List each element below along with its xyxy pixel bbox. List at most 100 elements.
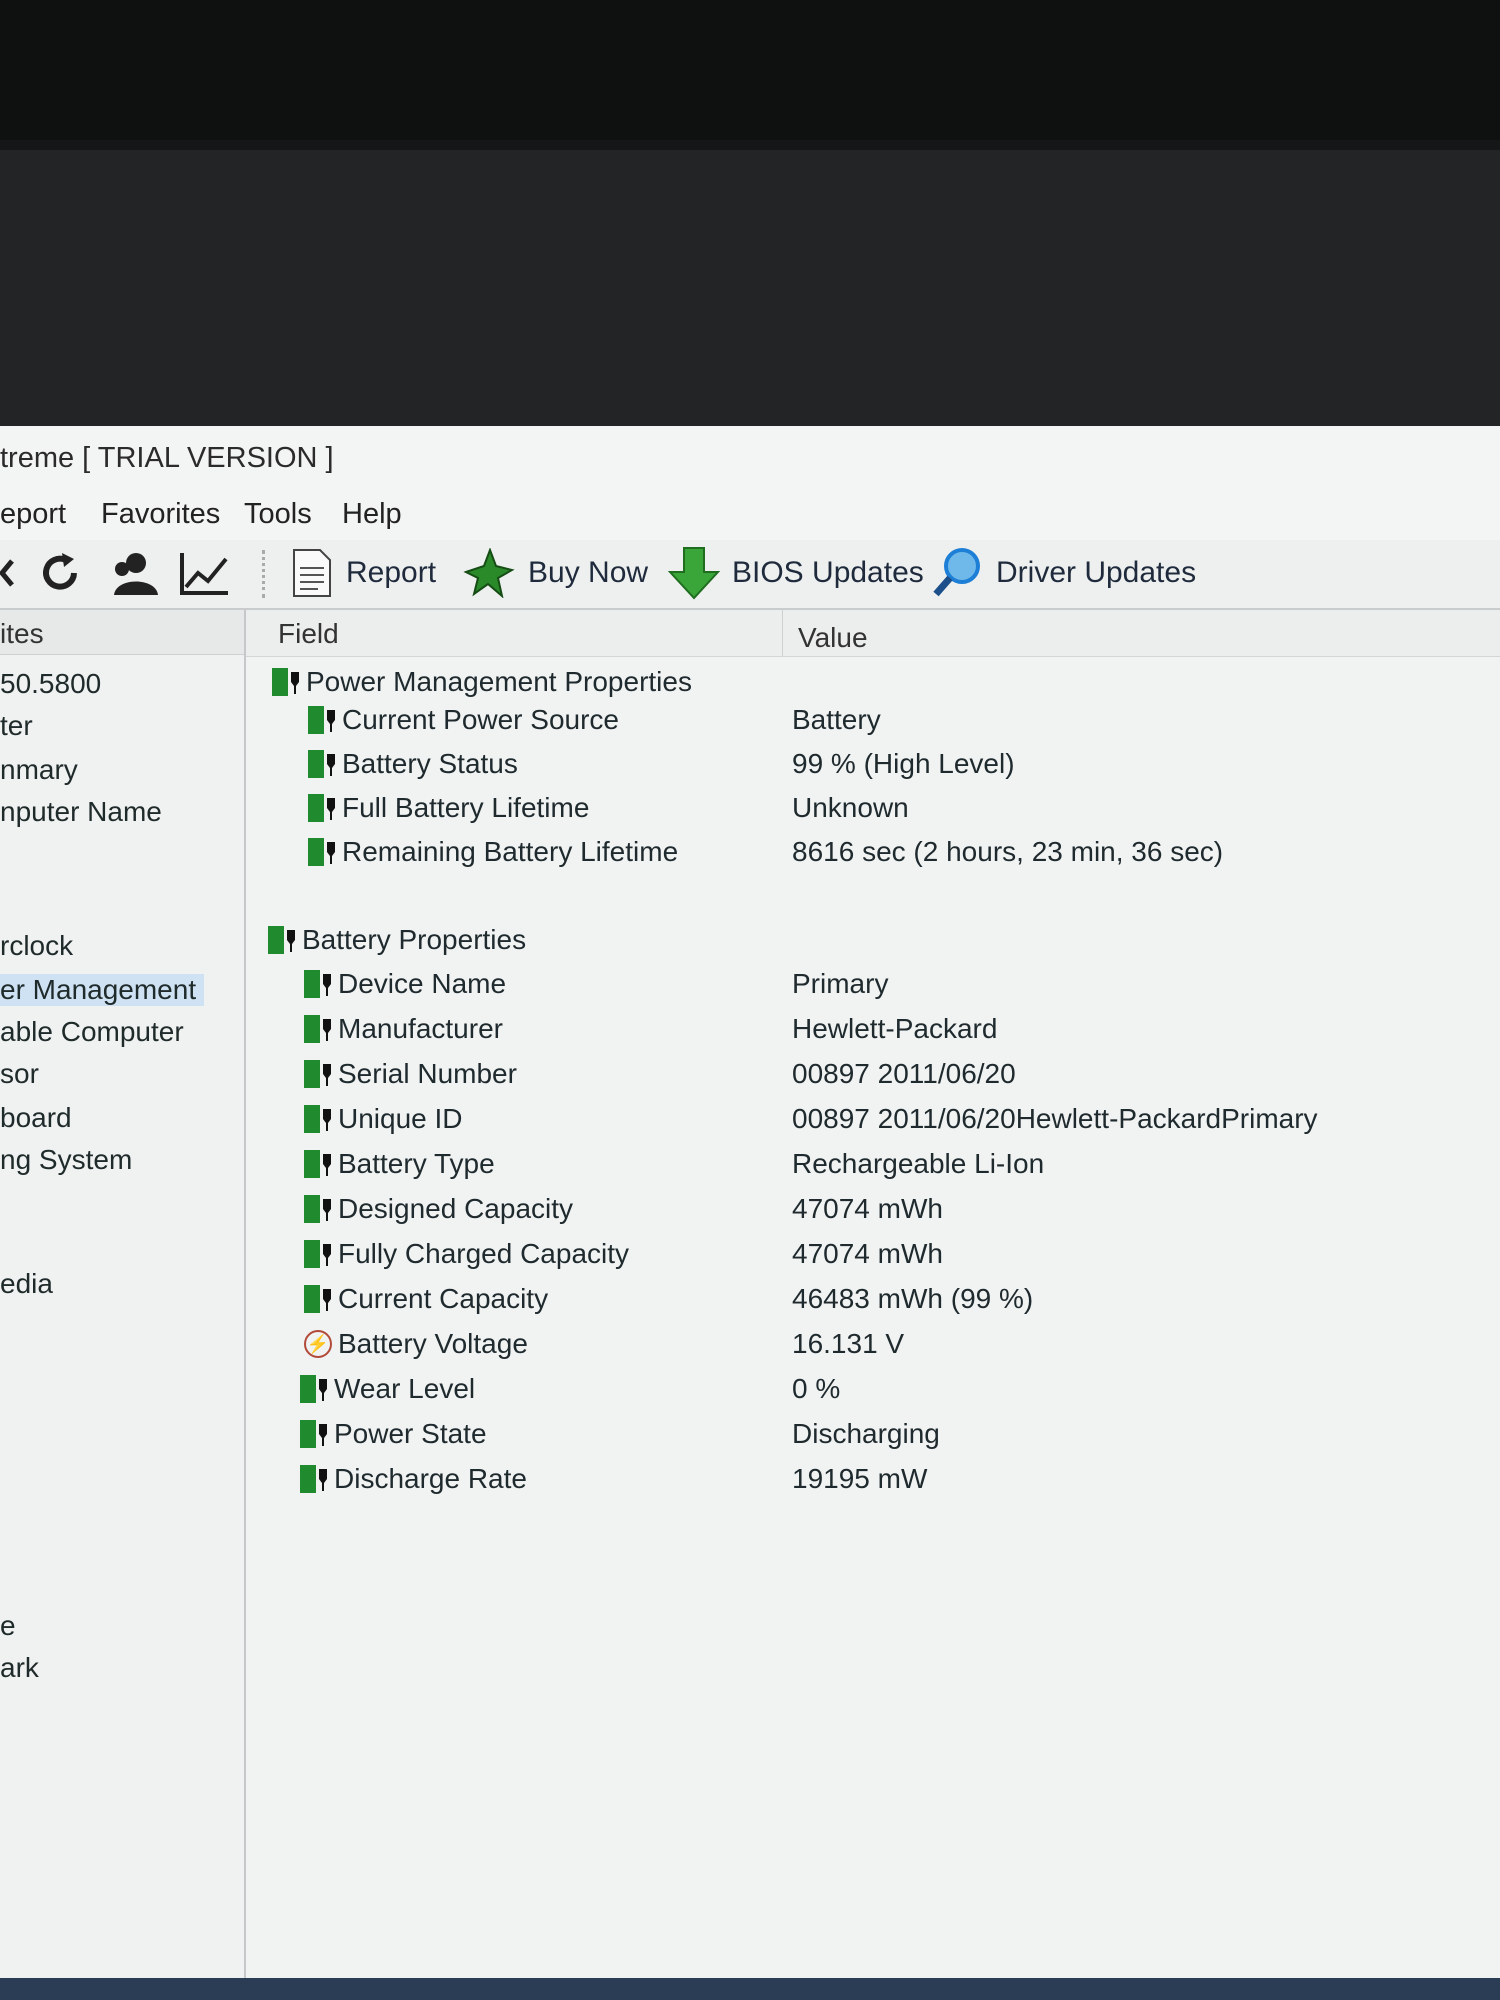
bios-updates-button[interactable]: BIOS Updates xyxy=(668,547,924,600)
table-row[interactable]: Unique ID 00897 2011/06/20Hewlett-Packar… xyxy=(246,1099,1500,1139)
menu-help[interactable]: Help xyxy=(342,498,402,531)
field-label: Designed Capacity xyxy=(338,1193,574,1224)
table-row[interactable]: Remaining Battery Lifetime 8616 sec (2 h… xyxy=(246,832,1500,872)
field-value: Rechargeable Li-Ion xyxy=(792,1148,1045,1179)
table-row[interactable]: Wear Level 0 % xyxy=(246,1369,1500,1409)
section-title: Power Management Properties xyxy=(306,666,692,697)
field-label: Remaining Battery Lifetime xyxy=(342,836,679,867)
buy-now-icon xyxy=(463,548,515,598)
tree-item-operating-system[interactable]: ng System xyxy=(0,1144,132,1176)
table-row[interactable]: Serial Number 00897 2011/06/20 xyxy=(246,1054,1500,1094)
taskbar-edge xyxy=(0,1978,1500,2000)
field-value: Unknown xyxy=(792,792,909,823)
buy-now-label: Buy Now xyxy=(528,556,649,589)
bios-updates-label: BIOS Updates xyxy=(732,556,924,589)
menu-report[interactable]: eport xyxy=(0,498,66,531)
column-separator[interactable] xyxy=(782,610,783,656)
buy-now-button[interactable]: Buy Now xyxy=(462,548,648,598)
battery-plug-icon xyxy=(304,1240,334,1268)
details-panel: Field Value Power Management Properties … xyxy=(246,610,1500,1978)
field-label: Fully Charged Capacity xyxy=(338,1238,630,1269)
table-row[interactable]: Current Capacity 46483 mWh (99 %) xyxy=(246,1279,1500,1319)
battery-plug-icon xyxy=(300,1465,330,1493)
section-battery-properties[interactable]: Battery Properties xyxy=(246,920,1500,960)
chart-button[interactable] xyxy=(178,548,232,598)
tree-item-overclock[interactable]: rclock xyxy=(0,930,73,962)
table-row[interactable]: Current Power Source Battery xyxy=(246,700,1500,740)
menu-tools[interactable]: Tools xyxy=(244,498,312,531)
field-label: Device Name xyxy=(338,968,507,999)
driver-updates-label: Driver Updates xyxy=(996,556,1197,589)
left-panel-header[interactable]: ites xyxy=(0,610,244,655)
bios-download-icon xyxy=(668,547,720,600)
table-row[interactable]: Full Battery Lifetime Unknown xyxy=(246,788,1500,828)
battery-plug-icon xyxy=(308,706,338,734)
field-value: 19195 mW xyxy=(792,1463,928,1494)
driver-updates-button[interactable]: Driver Updates xyxy=(930,548,1196,598)
tree-item-computer-name[interactable]: nputer Name xyxy=(0,796,162,828)
tree-item-version[interactable]: 50.5800 xyxy=(0,668,101,700)
app-window: treme [ TRIAL VERSION ] eport Favorites … xyxy=(0,426,1500,1978)
table-row[interactable]: Discharge Rate 19195 mW xyxy=(246,1459,1500,1499)
left-navigation-panel: ites 50.5800 ter nmary nputer Name rcloc… xyxy=(0,610,246,1978)
section-power-management[interactable]: Power Management Properties xyxy=(246,662,1500,702)
field-value: Primary xyxy=(792,968,889,999)
table-row[interactable]: Fully Charged Capacity 47074 mWh xyxy=(246,1234,1500,1274)
field-value: 00897 2011/06/20Hewlett-PackardPrimary xyxy=(792,1103,1318,1134)
field-value: 99 % (High Level) xyxy=(792,748,1015,779)
field-value: 8616 sec (2 hours, 23 min, 36 sec) xyxy=(792,836,1224,867)
tree-item-software[interactable]: e xyxy=(0,1610,16,1642)
tree-item-benchmark[interactable]: ark xyxy=(0,1652,39,1684)
field-column-header[interactable]: Field xyxy=(278,618,339,650)
chart-icon xyxy=(180,553,228,595)
field-label: Unique ID xyxy=(338,1103,463,1134)
table-row[interactable]: Device Name Primary xyxy=(246,964,1500,1004)
battery-plug-icon xyxy=(304,970,334,998)
voltage-icon: ⚡ xyxy=(304,1330,332,1358)
report-icon xyxy=(293,549,331,597)
tree-item-computer[interactable]: ter xyxy=(0,710,33,742)
menu-favorites[interactable]: Favorites xyxy=(101,498,220,531)
battery-plug-icon xyxy=(300,1375,330,1403)
tree-item-motherboard[interactable]: board xyxy=(0,1102,72,1134)
field-value: 0 % xyxy=(792,1373,841,1404)
user-icon xyxy=(114,553,158,595)
tree-item-multimedia[interactable]: edia xyxy=(0,1268,53,1300)
tree-item-power-management[interactable]: er Management xyxy=(0,974,205,1006)
refresh-icon xyxy=(43,553,77,590)
value-column-header[interactable]: Value xyxy=(798,622,868,654)
table-row[interactable]: Designed Capacity 47074 mWh xyxy=(246,1189,1500,1229)
field-value: Discharging xyxy=(792,1418,940,1449)
table-row[interactable]: Battery Status 99 % (High Level) xyxy=(246,744,1500,784)
table-row[interactable]: Power State Discharging xyxy=(246,1414,1500,1454)
field-label: Discharge Rate xyxy=(334,1463,527,1494)
table-row[interactable]: Battery Type Rechargeable Li-Ion xyxy=(246,1144,1500,1184)
battery-plug-icon xyxy=(304,1105,334,1133)
field-label: Manufacturer xyxy=(338,1013,503,1044)
battery-plug-icon xyxy=(304,1060,334,1088)
field-value: 16.131 V xyxy=(792,1328,905,1359)
battery-plug-icon xyxy=(304,1195,334,1223)
driver-search-icon xyxy=(933,548,980,597)
tree-item-portable-computer[interactable]: able Computer xyxy=(0,1016,184,1048)
report-label: Report xyxy=(346,556,437,589)
battery-plug-icon xyxy=(308,794,338,822)
column-header: Field Value xyxy=(246,610,1500,657)
monitor-bezel-edge xyxy=(0,140,1500,150)
field-label: Power State xyxy=(334,1418,487,1449)
report-button[interactable]: Report xyxy=(290,548,436,598)
field-label: Current Capacity xyxy=(338,1283,549,1314)
battery-plug-icon xyxy=(304,1285,334,1313)
field-value: Hewlett-Packard xyxy=(792,1013,998,1044)
tree-item-sensor[interactable]: sor xyxy=(0,1058,39,1090)
table-row[interactable]: Manufacturer Hewlett-Packard xyxy=(246,1009,1500,1049)
toolbar-separator xyxy=(262,550,265,598)
table-row[interactable]: ⚡ Battery Voltage 16.131 V xyxy=(246,1324,1500,1364)
desktop-background xyxy=(0,150,1500,426)
user-button[interactable] xyxy=(106,548,160,598)
back-button[interactable] xyxy=(0,548,14,598)
field-label: Battery Voltage xyxy=(338,1328,528,1359)
tree-item-summary[interactable]: nmary xyxy=(0,754,78,786)
battery-plug-icon xyxy=(268,926,298,954)
refresh-button[interactable] xyxy=(36,548,84,598)
